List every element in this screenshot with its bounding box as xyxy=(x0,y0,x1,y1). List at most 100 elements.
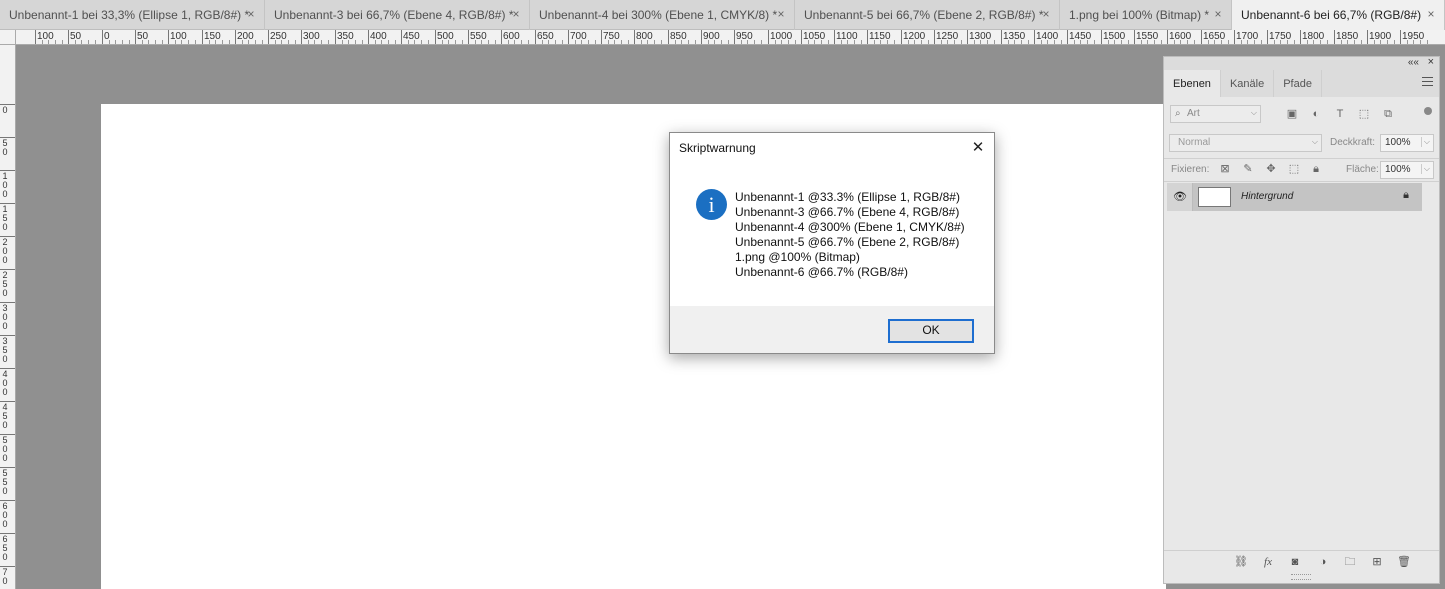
lock-transparent-pixels-icon[interactable]: ⊠ xyxy=(1218,162,1232,176)
fx-icon[interactable]: fx xyxy=(1261,555,1275,569)
opacity-field[interactable]: 100% ⌵ xyxy=(1380,134,1434,152)
tab-close-icon[interactable]: × xyxy=(245,7,257,21)
chevron-down-icon: ⌵ xyxy=(1250,108,1257,117)
document-tab-bar: Unbenannt-1 bei 33,3% (Ellipse 1, RGB/8#… xyxy=(0,0,1445,30)
fill-field[interactable]: 100% ⌵ xyxy=(1380,161,1434,179)
ruler-tick xyxy=(1101,30,1102,44)
ruler-minor-tick xyxy=(595,40,596,44)
adjustment-filter-icon[interactable]: ◐ xyxy=(1309,107,1323,121)
layer-row[interactable]: 👁︎ Hintergrund 🔒︎ xyxy=(1167,183,1422,211)
eye-icon[interactable]: 👁︎ xyxy=(1173,190,1187,203)
new-group-icon[interactable]: 🗀 xyxy=(1343,555,1357,569)
resize-grip[interactable] xyxy=(1291,574,1311,580)
trash-icon[interactable]: 🗑︎ xyxy=(1397,555,1411,569)
blend-mode-select[interactable]: Normal ⌵ xyxy=(1169,134,1322,152)
message-line: Unbenannt-6 @66.7% (RGB/8#) xyxy=(735,265,908,279)
tab-close-icon[interactable]: × xyxy=(510,7,522,21)
ruler-minor-tick xyxy=(162,40,163,44)
tab-1-png[interactable]: 1.png bei 100% (Bitmap) * × xyxy=(1060,0,1232,30)
ruler-minor-tick xyxy=(148,40,149,44)
ruler-label: 750 xyxy=(603,31,620,42)
horizontal-ruler[interactable]: 100 50 0 50 100 150 200 250 300 350 400 450 500 550 60… xyxy=(16,30,1445,45)
ruler-tick xyxy=(1300,30,1301,44)
tab-unbenannt-6[interactable]: Unbenannt-6 bei 66,7% (RGB/8#) × xyxy=(1232,0,1445,30)
tab-close-icon[interactable]: × xyxy=(775,7,787,21)
ruler-tick xyxy=(35,30,36,44)
tab-pfade[interactable]: Pfade xyxy=(1274,70,1322,97)
vertical-ruler[interactable]: 0 5 0 1 0 0 1 5 0 2 0 0 2 5 0 3 0 0 3 5 0 4 0 0 4… xyxy=(0,45,16,589)
ruler-label: 5 0 0 xyxy=(2,435,8,463)
document-canvas[interactable] xyxy=(101,104,1166,589)
tab-unbenannt-1[interactable]: Unbenannt-1 bei 33,3% (Ellipse 1, RGB/8#… xyxy=(0,0,265,30)
ruler-label: 6 0 0 xyxy=(2,501,8,529)
lock-all-icon[interactable]: 🔒︎ xyxy=(1309,162,1323,176)
ruler-tick xyxy=(701,30,702,44)
ruler-minor-tick xyxy=(55,40,56,44)
tab-kanaele[interactable]: Kanäle xyxy=(1221,70,1275,97)
filter-toggle-icon[interactable] xyxy=(1424,107,1432,115)
panel-menu-icon[interactable] xyxy=(1422,77,1433,86)
ruler-label: 350 xyxy=(337,31,354,42)
lock-label: Fixieren: xyxy=(1171,164,1210,175)
ruler-label: 0 xyxy=(2,105,8,115)
ok-button[interactable]: OK xyxy=(888,319,974,343)
tab-unbenannt-4[interactable]: Unbenannt-4 bei 300% (Ebene 1, CMYK/8) *… xyxy=(530,0,795,30)
smart-object-filter-icon[interactable]: ⧉ xyxy=(1381,107,1395,121)
add-mask-icon[interactable]: ◙ xyxy=(1288,555,1302,569)
tab-ebenen[interactable]: Ebenen xyxy=(1164,70,1221,97)
ruler-minor-tick xyxy=(421,40,422,44)
adjustment-layer-icon[interactable]: ◑ xyxy=(1316,555,1330,569)
new-layer-icon[interactable]: ⊞ xyxy=(1370,555,1384,569)
tab-label: Unbenannt-6 bei 66,7% (RGB/8#) xyxy=(1241,8,1422,22)
ruler-minor-tick xyxy=(388,40,389,44)
ruler-minor-tick xyxy=(721,40,722,44)
ruler-label: 1800 xyxy=(1302,31,1325,42)
pixel-filter-icon[interactable]: ▣ xyxy=(1285,107,1299,121)
shape-filter-icon[interactable]: ⬚ xyxy=(1357,107,1371,121)
close-icon[interactable]: ✕ xyxy=(970,138,986,156)
ruler-label: 650 xyxy=(537,31,554,42)
lock-image-pixels-icon[interactable]: ✎ xyxy=(1241,162,1255,176)
ruler-label: 900 xyxy=(703,31,720,42)
layers-panel-footer: ⛓ fx ◙ ◑ 🗀 ⊞ 🗑︎ xyxy=(1164,550,1439,572)
ruler-tick xyxy=(734,30,735,44)
message-line: Unbenannt-3 @66.7% (Ebene 4, RGB/8#) xyxy=(735,205,960,219)
ruler-tick xyxy=(1367,30,1368,44)
ruler-label: 1050 xyxy=(803,31,826,42)
dialog-title: Skriptwarnung xyxy=(679,141,756,155)
ruler-label: 1600 xyxy=(1169,31,1192,42)
tab-close-icon[interactable]: × xyxy=(1040,7,1052,21)
collapse-panel-icon[interactable]: «« xyxy=(1408,57,1419,68)
close-panel-icon[interactable]: × xyxy=(1428,56,1434,68)
ruler-tick xyxy=(668,30,669,44)
link-layers-icon[interactable]: ⛓ xyxy=(1234,555,1248,569)
ruler-tick xyxy=(934,30,935,44)
filter-kind-select[interactable]: ⌕ Art ⌵ xyxy=(1170,105,1261,123)
ruler-label: 4 0 0 xyxy=(2,369,8,397)
ruler-label: 1400 xyxy=(1036,31,1059,42)
ruler-minor-tick xyxy=(795,40,796,44)
ruler-minor-tick xyxy=(495,40,496,44)
message-line: Unbenannt-1 @33.3% (Ellipse 1, RGB/8#) xyxy=(735,190,960,204)
ruler-corner[interactable] xyxy=(0,30,16,45)
tab-unbenannt-3[interactable]: Unbenannt-3 bei 66,7% (Ebene 4, RGB/8#) … xyxy=(265,0,530,30)
tab-unbenannt-5[interactable]: Unbenannt-5 bei 66,7% (Ebene 2, RGB/8#) … xyxy=(795,0,1060,30)
ruler-label: 300 xyxy=(303,31,320,42)
tab-close-icon[interactable]: × xyxy=(1212,7,1224,21)
ruler-minor-tick xyxy=(928,40,929,44)
ruler-label: 2 0 0 xyxy=(2,237,8,265)
ruler-label: 800 xyxy=(636,31,653,42)
ruler-minor-tick xyxy=(1261,40,1262,44)
lock-position-icon[interactable]: ✥ xyxy=(1264,162,1278,176)
ruler-label: 50 xyxy=(137,31,149,42)
ruler-minor-tick xyxy=(661,40,662,44)
type-filter-icon[interactable]: T xyxy=(1333,107,1347,121)
ruler-tick xyxy=(1201,30,1202,44)
tab-close-icon[interactable]: × xyxy=(1425,7,1437,21)
ruler-minor-tick xyxy=(621,40,622,44)
lock-artboard-icon[interactable]: ⬚ xyxy=(1287,162,1301,176)
ruler-label: 400 xyxy=(370,31,387,42)
ruler-minor-tick xyxy=(222,40,223,44)
message-line: 1.png @100% (Bitmap) xyxy=(735,250,860,264)
ruler-minor-tick xyxy=(1161,40,1162,44)
